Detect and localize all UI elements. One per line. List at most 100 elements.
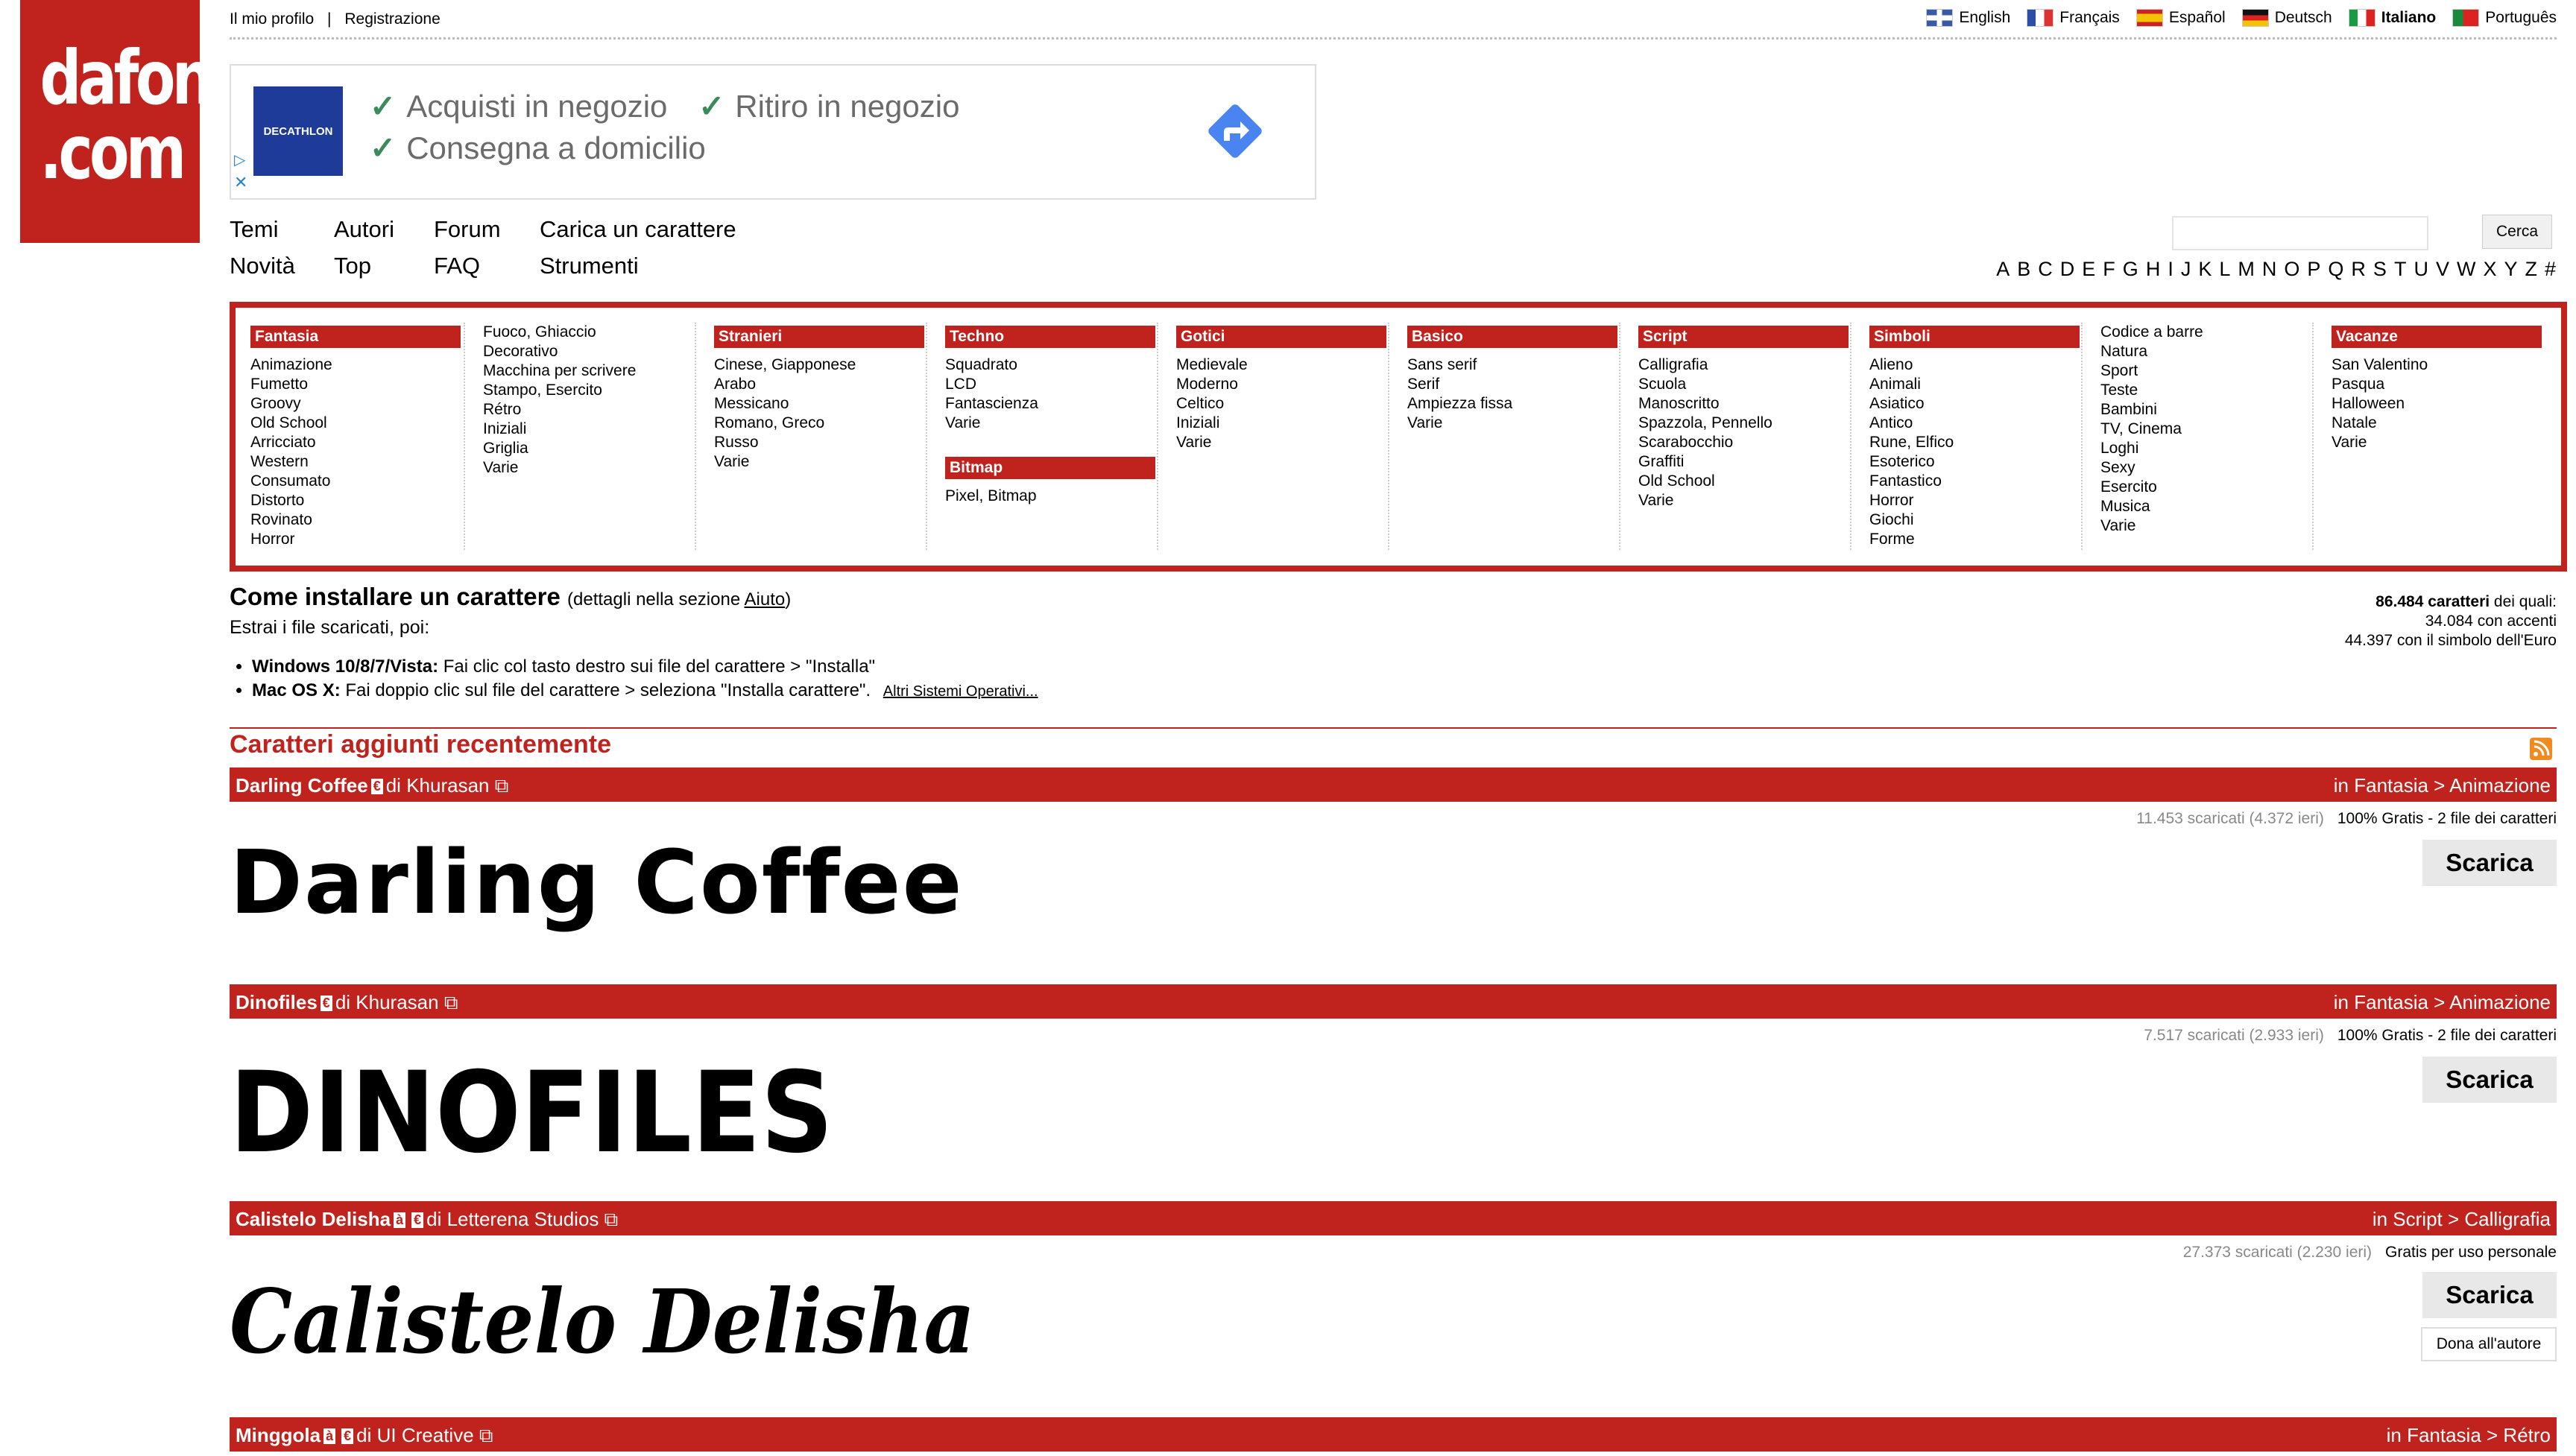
subcategory-link[interactable]: Old School: [1638, 472, 1847, 491]
dafont-logo[interactable]: dafont .com: [20, 0, 238, 243]
subcategory-link[interactable]: Forme: [1869, 530, 2078, 549]
category-header-stranieri[interactable]: Stranieri: [714, 326, 924, 348]
category-header-vacanze[interactable]: Vacanze: [2332, 326, 2542, 348]
category-header-script[interactable]: Script: [1638, 326, 1849, 348]
letter-r[interactable]: R: [2351, 258, 2367, 281]
subcategory-link[interactable]: Varie: [483, 458, 692, 478]
lang-portugues[interactable]: Português: [2452, 9, 2557, 27]
font-category-link[interactable]: in Fantasia > Rétro: [2387, 1424, 2551, 1447]
font-name-link[interactable]: Darling Coffee: [236, 774, 368, 797]
subcategory-link[interactable]: Natale: [2332, 414, 2540, 433]
letter-x[interactable]: X: [2483, 258, 2497, 281]
subcategory-link[interactable]: Manoscritto: [1638, 394, 1847, 414]
subcategory-link[interactable]: Horror: [1869, 491, 2078, 510]
subcategory-link[interactable]: Giochi: [1869, 510, 2078, 530]
subcategory-link[interactable]: Graffiti: [1638, 452, 1847, 472]
subcategory-link[interactable]: Rune, Elfico: [1869, 433, 2078, 452]
subcategory-link[interactable]: Groovy: [250, 394, 459, 414]
advertisement-banner[interactable]: DECATHLON ✓ Acquisti in negozio ✓ Ritiro i…: [230, 64, 1316, 200]
letter-hash[interactable]: #: [2545, 258, 2557, 281]
close-ad-icon[interactable]: ✕: [234, 173, 247, 192]
subcategory-link[interactable]: Romano, Greco: [714, 414, 923, 433]
external-link-icon[interactable]: ⧉: [604, 1208, 619, 1230]
subcategory-link[interactable]: Pasqua: [2332, 375, 2540, 394]
letter-j[interactable]: J: [2181, 258, 2192, 281]
font-preview[interactable]: Darling Coffee: [230, 827, 1049, 958]
subcategory-link[interactable]: Squadrato: [945, 355, 1154, 375]
font-preview[interactable]: DINOFILES: [230, 1043, 900, 1178]
subcategory-link[interactable]: Esercito: [2100, 478, 2309, 497]
letter-e[interactable]: E: [2082, 258, 2096, 281]
my-profile-link[interactable]: Il mio profilo: [230, 10, 314, 28]
subcategory-link[interactable]: Fuoco, Ghiaccio: [483, 323, 692, 342]
subcategory-link[interactable]: TV, Cinema: [2100, 420, 2309, 439]
lang-italiano[interactable]: Italiano: [2348, 9, 2436, 27]
subcategory-link[interactable]: Iniziali: [483, 420, 692, 439]
category-header-fantasia[interactable]: Fantasia: [250, 326, 461, 348]
author-link[interactable]: UI Creative: [377, 1424, 474, 1446]
subcategory-link[interactable]: Medievale: [1176, 355, 1385, 375]
subcategory-link[interactable]: Varie: [1407, 414, 1616, 433]
letter-p[interactable]: P: [2307, 258, 2321, 281]
subcategory-link[interactable]: Pixel, Bitmap: [945, 487, 1154, 506]
donate-button[interactable]: Dona all'autore: [2421, 1327, 2557, 1361]
category-header-bitmap[interactable]: Bitmap: [945, 457, 1155, 479]
lang-francais[interactable]: Français: [2027, 9, 2120, 27]
letter-m[interactable]: M: [2238, 258, 2255, 281]
letter-v[interactable]: V: [2436, 258, 2450, 281]
subcategory-link[interactable]: Cinese, Giapponese: [714, 355, 923, 375]
author-link[interactable]: Khurasan: [406, 774, 489, 797]
letter-f[interactable]: F: [2103, 258, 2116, 281]
subcategory-link[interactable]: Fumetto: [250, 375, 459, 394]
search-input[interactable]: [2172, 216, 2428, 250]
subcategory-link[interactable]: Bambini: [2100, 400, 2309, 420]
subcategory-link[interactable]: Asiatico: [1869, 394, 2078, 414]
font-category-link[interactable]: in Script > Calligrafia: [2373, 1208, 2551, 1231]
letter-a[interactable]: A: [1996, 258, 2010, 281]
download-button[interactable]: Scarica: [2422, 1272, 2557, 1318]
subcategory-link[interactable]: Sans serif: [1407, 355, 1616, 375]
category-header-basico[interactable]: Basico: [1407, 326, 1617, 348]
letter-o[interactable]: O: [2284, 258, 2300, 281]
subcategory-link[interactable]: Moderno: [1176, 375, 1385, 394]
subcategory-link[interactable]: Varie: [2332, 433, 2540, 452]
subcategory-link[interactable]: Horror: [250, 530, 459, 549]
letter-b[interactable]: B: [2017, 258, 2031, 281]
subcategory-link[interactable]: Varie: [714, 452, 923, 472]
subcategory-link[interactable]: Arricciato: [250, 433, 459, 452]
lang-deutsch[interactable]: Deutsch: [2241, 9, 2332, 27]
subcategory-link[interactable]: Spazzola, Pennello: [1638, 414, 1847, 433]
subcategory-link[interactable]: Sexy: [2100, 458, 2309, 478]
subcategory-link[interactable]: Fantascienza: [945, 394, 1154, 414]
font-name-link[interactable]: Calistelo Delisha: [236, 1208, 391, 1230]
subcategory-link[interactable]: Griglia: [483, 439, 692, 458]
subcategory-link[interactable]: Western: [250, 452, 459, 472]
letter-i[interactable]: I: [2168, 258, 2174, 281]
letter-s[interactable]: S: [2373, 258, 2387, 281]
font-preview[interactable]: Calistelo Delisha: [230, 1259, 1049, 1390]
subcategory-link[interactable]: Old School: [250, 414, 459, 433]
subcategory-link[interactable]: Rovinato: [250, 510, 459, 530]
letter-c[interactable]: C: [2038, 258, 2053, 281]
subcategory-link[interactable]: Varie: [2100, 516, 2309, 536]
font-name-link[interactable]: Dinofiles: [236, 991, 318, 1013]
letter-k[interactable]: K: [2198, 258, 2212, 281]
other-os-link[interactable]: Altri Sistemi Operativi...: [883, 683, 1038, 700]
download-button[interactable]: Scarica: [2422, 1057, 2557, 1103]
subcategory-link[interactable]: Halloween: [2332, 394, 2540, 414]
subcategory-link[interactable]: San Valentino: [2332, 355, 2540, 375]
author-link[interactable]: Letterena Studios: [447, 1208, 599, 1230]
nav-forum[interactable]: Forum: [434, 216, 501, 243]
category-header-gotici[interactable]: Gotici: [1176, 326, 1386, 348]
subcategory-link[interactable]: Animazione: [250, 355, 459, 375]
font-name-link[interactable]: Minggola: [236, 1424, 321, 1446]
subcategory-link[interactable]: Arabo: [714, 375, 923, 394]
subcategory-link[interactable]: Esoterico: [1869, 452, 2078, 472]
font-category-link[interactable]: in Fantasia > Animazione: [2334, 991, 2551, 1014]
subcategory-link[interactable]: Scuola: [1638, 375, 1847, 394]
subcategory-link[interactable]: Codice a barre: [2100, 323, 2309, 342]
subcategory-link[interactable]: Messicano: [714, 394, 923, 414]
subcategory-link[interactable]: Animali: [1869, 375, 2078, 394]
subcategory-link[interactable]: Decorativo: [483, 342, 692, 361]
lang-espanol[interactable]: Español: [2135, 9, 2226, 27]
